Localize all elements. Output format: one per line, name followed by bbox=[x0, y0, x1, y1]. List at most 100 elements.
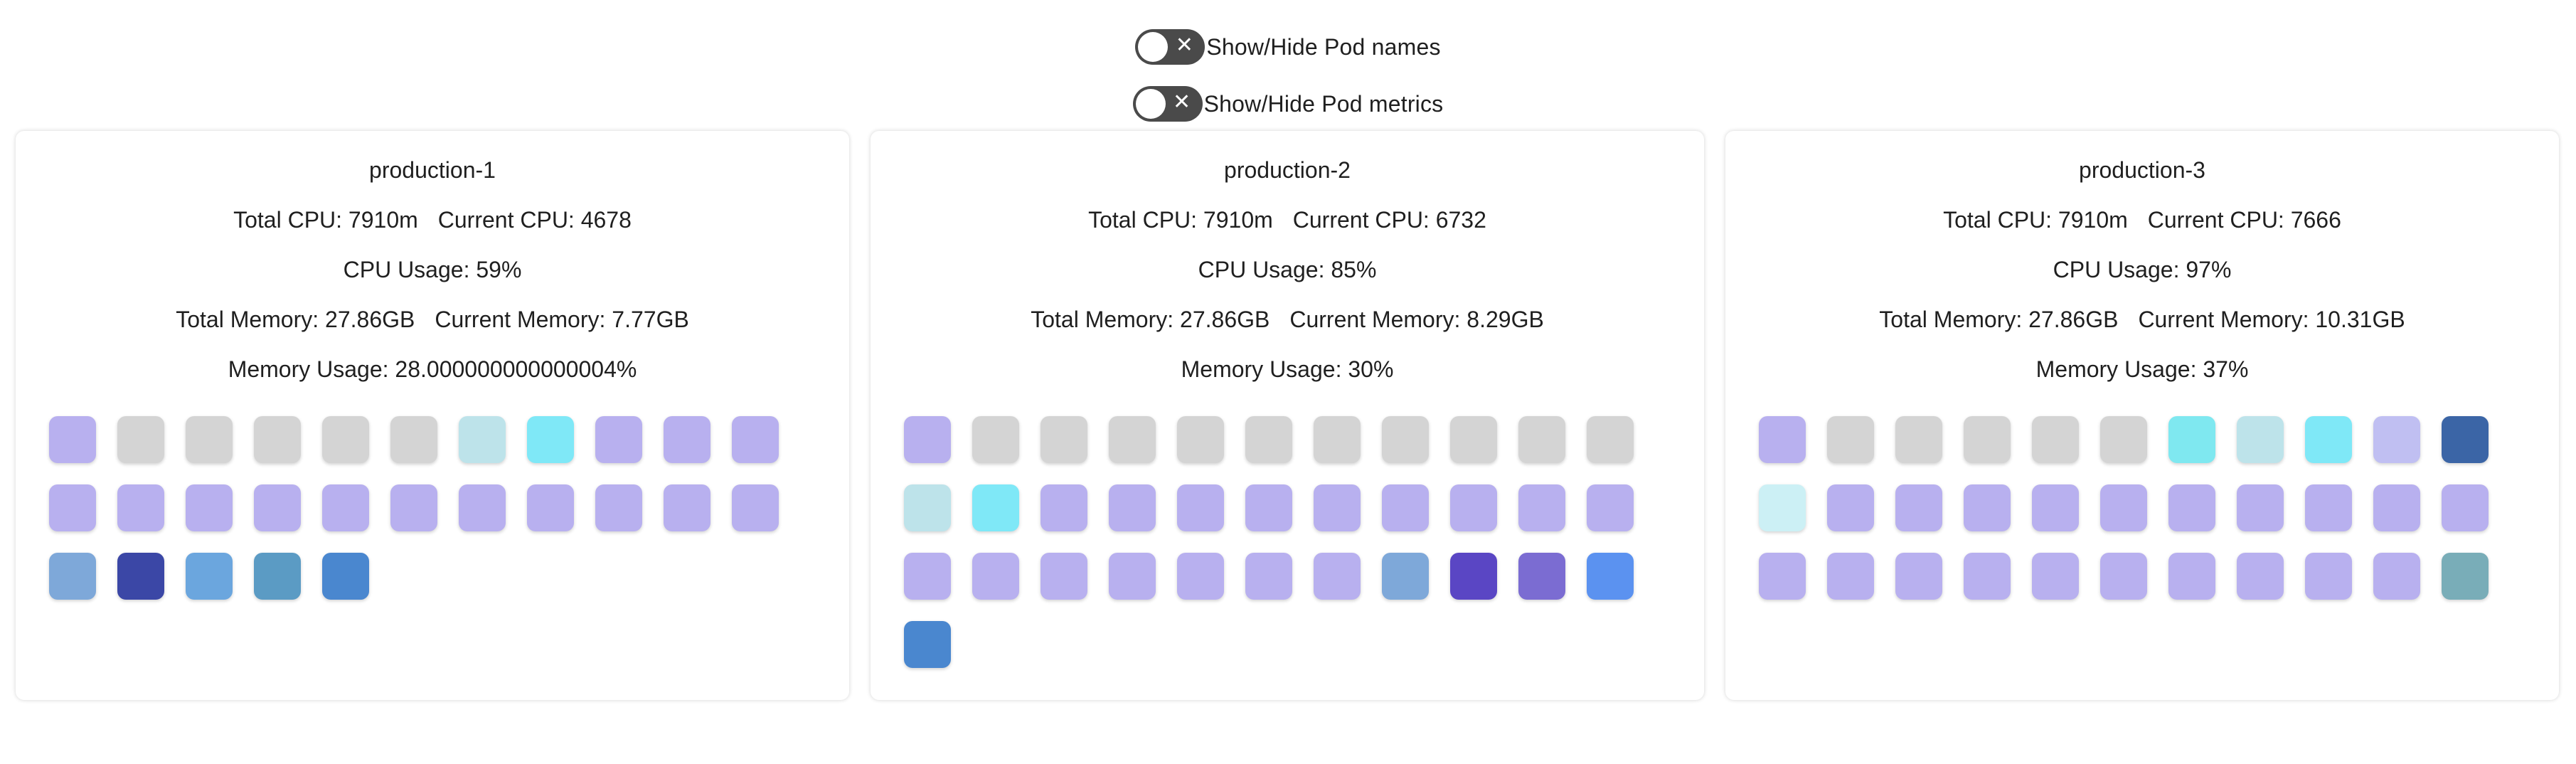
pod-tile[interactable] bbox=[732, 484, 779, 531]
pod-tile[interactable] bbox=[322, 416, 369, 463]
pod-tile[interactable] bbox=[254, 553, 301, 600]
pod-tile[interactable] bbox=[459, 484, 506, 531]
pod-tile[interactable] bbox=[527, 484, 574, 531]
pod-tile[interactable] bbox=[2442, 416, 2489, 463]
pod-tile[interactable] bbox=[2100, 484, 2147, 531]
pod-tile[interactable] bbox=[2237, 484, 2284, 531]
pod-tile[interactable] bbox=[2100, 553, 2147, 600]
pod-tile[interactable] bbox=[1314, 553, 1361, 600]
current-cpu: Current CPU: 4678 bbox=[437, 207, 632, 233]
pod-tile[interactable] bbox=[1964, 484, 2011, 531]
pod-tile[interactable] bbox=[2373, 484, 2420, 531]
pod-tile[interactable] bbox=[595, 484, 642, 531]
pod-tile[interactable] bbox=[1109, 484, 1156, 531]
pod-tile[interactable] bbox=[1518, 553, 1565, 600]
pod-tile[interactable] bbox=[1450, 416, 1497, 463]
pod-tile[interactable] bbox=[2373, 553, 2420, 600]
pod-tile[interactable] bbox=[1450, 553, 1497, 600]
pod-tile[interactable] bbox=[117, 553, 164, 600]
pod-tile[interactable] bbox=[1040, 416, 1087, 463]
pod-tile[interactable] bbox=[1518, 416, 1565, 463]
pod-tile[interactable] bbox=[1382, 484, 1429, 531]
pod-tile[interactable] bbox=[49, 416, 96, 463]
pod-tile[interactable] bbox=[1177, 416, 1224, 463]
pod-tile[interactable] bbox=[1314, 484, 1361, 531]
cluster-list: production-1 Total CPU: 7910m Current CPU… bbox=[16, 131, 2559, 700]
pod-tile[interactable] bbox=[1245, 416, 1292, 463]
pod-tile[interactable] bbox=[595, 416, 642, 463]
pod-tile[interactable] bbox=[1245, 553, 1292, 600]
pod-tile[interactable] bbox=[664, 416, 710, 463]
pod-tile[interactable] bbox=[390, 416, 437, 463]
pod-tile[interactable] bbox=[732, 416, 779, 463]
pod-tile[interactable] bbox=[2237, 553, 2284, 600]
pod-tile[interactable] bbox=[2305, 484, 2352, 531]
pod-tile[interactable] bbox=[1895, 416, 1942, 463]
pod-tile[interactable] bbox=[972, 416, 1019, 463]
pod-tile[interactable] bbox=[1759, 553, 1806, 600]
pod-tile[interactable] bbox=[2100, 416, 2147, 463]
pod-tile[interactable] bbox=[1587, 553, 1634, 600]
pod-tile[interactable] bbox=[1518, 484, 1565, 531]
pod-tile[interactable] bbox=[904, 484, 951, 531]
pod-tile[interactable] bbox=[1964, 553, 2011, 600]
pod-tile[interactable] bbox=[1587, 484, 1634, 531]
pod-tile[interactable] bbox=[2237, 416, 2284, 463]
pod-tile[interactable] bbox=[904, 416, 951, 463]
pod-tile[interactable] bbox=[322, 553, 369, 600]
pod-tile[interactable] bbox=[2442, 484, 2489, 531]
pod-tile[interactable] bbox=[49, 553, 96, 600]
pod-tile[interactable] bbox=[1759, 484, 1806, 531]
pod-tile[interactable] bbox=[49, 484, 96, 531]
pod-tile[interactable] bbox=[2305, 416, 2352, 463]
pod-tile[interactable] bbox=[1109, 416, 1156, 463]
pod-tile[interactable] bbox=[1964, 416, 2011, 463]
pod-tile[interactable] bbox=[390, 484, 437, 531]
pod-tile[interactable] bbox=[117, 416, 164, 463]
pod-metrics-toggle-row: ✕ Show/Hide Pod metrics bbox=[0, 83, 2576, 125]
pod-tile[interactable] bbox=[2305, 553, 2352, 600]
pod-tile[interactable] bbox=[254, 416, 301, 463]
pod-tile[interactable] bbox=[2032, 416, 2079, 463]
pod-tile[interactable] bbox=[1759, 416, 1806, 463]
pod-tile[interactable] bbox=[2168, 553, 2215, 600]
pod-tile[interactable] bbox=[972, 484, 1019, 531]
pod-tile[interactable] bbox=[1450, 484, 1497, 531]
pod-tile[interactable] bbox=[322, 484, 369, 531]
pod-tile[interactable] bbox=[117, 484, 164, 531]
pod-tile[interactable] bbox=[1177, 553, 1224, 600]
pod-tile[interactable] bbox=[186, 416, 233, 463]
pod-tile[interactable] bbox=[904, 621, 951, 668]
pod-tile[interactable] bbox=[186, 553, 233, 600]
pod-tile[interactable] bbox=[1587, 416, 1634, 463]
pod-metrics-toggle[interactable]: ✕ bbox=[1132, 86, 1203, 122]
pod-tile[interactable] bbox=[186, 484, 233, 531]
pod-tile[interactable] bbox=[2168, 416, 2215, 463]
pod-tile[interactable] bbox=[1177, 484, 1224, 531]
pod-tile[interactable] bbox=[1827, 553, 1874, 600]
pod-tile[interactable] bbox=[1895, 553, 1942, 600]
pod-tile[interactable] bbox=[2373, 416, 2420, 463]
pod-tile[interactable] bbox=[1382, 416, 1429, 463]
pod-names-toggle[interactable]: ✕ bbox=[1135, 29, 1205, 65]
pod-tile[interactable] bbox=[1827, 484, 1874, 531]
pod-tile[interactable] bbox=[1895, 484, 1942, 531]
pod-tile[interactable] bbox=[664, 484, 710, 531]
pod-tile[interactable] bbox=[1040, 553, 1087, 600]
pod-tile[interactable] bbox=[972, 553, 1019, 600]
pod-tile[interactable] bbox=[904, 553, 951, 600]
total-memory: Total Memory: 27.86GB bbox=[1879, 307, 2119, 332]
pod-tile[interactable] bbox=[254, 484, 301, 531]
pod-tile[interactable] bbox=[1245, 484, 1292, 531]
pod-tile[interactable] bbox=[1109, 553, 1156, 600]
pod-tile[interactable] bbox=[527, 416, 574, 463]
pod-tile[interactable] bbox=[1382, 553, 1429, 600]
pod-tile[interactable] bbox=[1827, 416, 1874, 463]
pod-tile[interactable] bbox=[459, 416, 506, 463]
pod-tile[interactable] bbox=[2032, 484, 2079, 531]
pod-tile[interactable] bbox=[2442, 553, 2489, 600]
pod-tile[interactable] bbox=[2032, 553, 2079, 600]
pod-tile[interactable] bbox=[1040, 484, 1087, 531]
pod-tile[interactable] bbox=[2168, 484, 2215, 531]
pod-tile[interactable] bbox=[1314, 416, 1361, 463]
